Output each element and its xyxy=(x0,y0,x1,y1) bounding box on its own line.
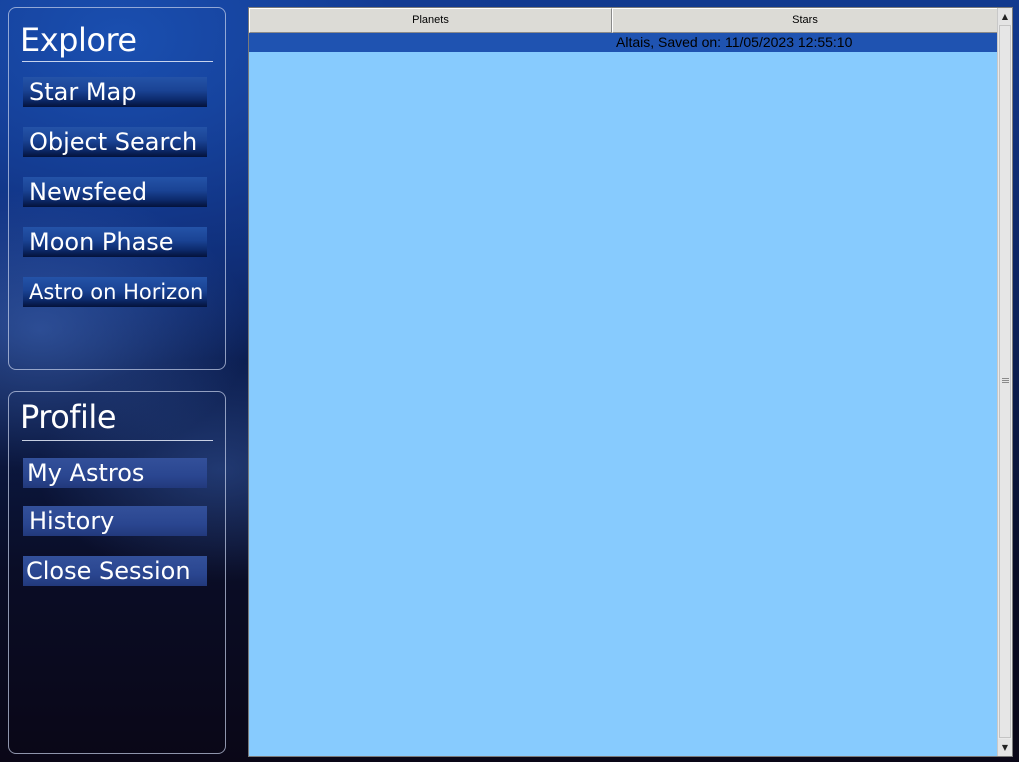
thumb-grip-line xyxy=(1002,382,1009,383)
my-astros-button[interactable]: My Astros xyxy=(23,458,207,488)
moon-phase-button[interactable]: Moon Phase xyxy=(23,227,207,257)
scroll-up-arrow-icon[interactable]: ▲ xyxy=(998,8,1012,25)
explore-panel: Explore Star Map Object Search Newsfeed … xyxy=(8,7,226,370)
row-stars-cell: Altais, Saved on: 11/05/2023 12:55:10 xyxy=(616,34,853,50)
object-search-button[interactable]: Object Search xyxy=(23,127,207,157)
profile-divider xyxy=(22,440,213,441)
profile-panel: Profile My Astros History Close Session xyxy=(8,391,226,754)
list-header: Planets Stars xyxy=(249,8,998,33)
explore-title: Explore xyxy=(20,21,137,59)
close-session-button[interactable]: Close Session xyxy=(23,556,207,586)
newsfeed-button[interactable]: Newsfeed xyxy=(23,177,207,207)
star-map-button[interactable]: Star Map xyxy=(23,77,207,107)
astro-on-horizon-button[interactable]: Astro on Horizon xyxy=(23,277,207,307)
explore-divider xyxy=(22,61,213,62)
history-button[interactable]: History xyxy=(23,506,207,536)
column-header-planets[interactable]: Planets xyxy=(249,8,612,33)
profile-title: Profile xyxy=(20,398,117,436)
scroll-down-arrow-icon[interactable]: ▼ xyxy=(998,739,1012,756)
table-row[interactable]: Altais, Saved on: 11/05/2023 12:55:10 xyxy=(249,33,998,52)
saved-objects-list[interactable]: Planets Stars Altais, Saved on: 11/05/20… xyxy=(248,7,1013,757)
scroll-thumb[interactable] xyxy=(999,25,1011,738)
column-header-stars[interactable]: Stars xyxy=(612,8,998,33)
thumb-grip-line xyxy=(1002,380,1009,381)
thumb-grip-line xyxy=(1002,378,1009,379)
vertical-scrollbar[interactable]: ▲ ▼ xyxy=(997,8,1012,756)
